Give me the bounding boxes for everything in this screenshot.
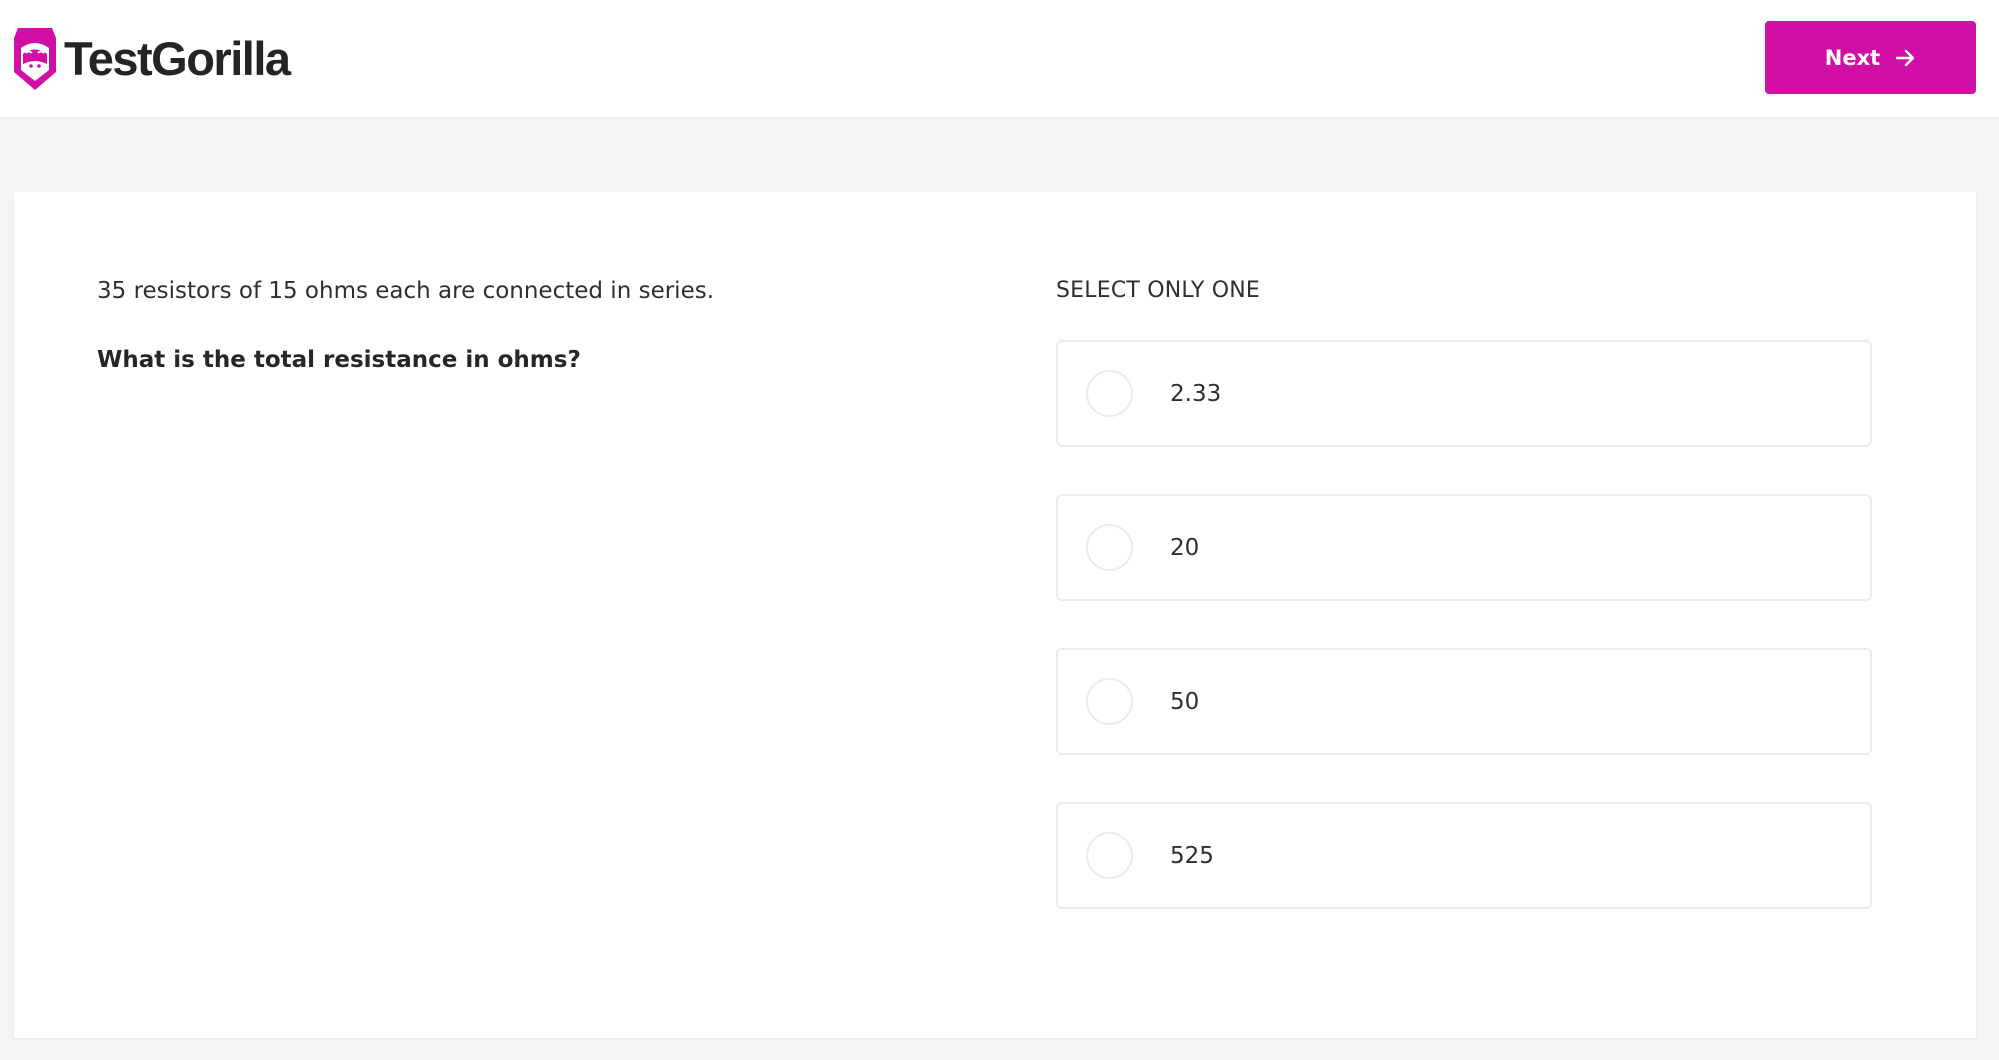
next-button-label: Next [1824,45,1881,70]
select-instruction: SELECT ONLY ONE [1056,278,1261,303]
answer-options: 2.33 20 50 525 [1056,340,1872,956]
brand-name: TestGorilla [64,31,291,85]
arrow-right-icon [1896,49,1915,66]
answer-option[interactable]: 50 [1056,648,1872,755]
answer-option-label: 2.33 [1170,380,1222,407]
radio-button[interactable] [1086,832,1133,879]
answer-option[interactable]: 525 [1056,802,1872,909]
answer-option[interactable]: 2.33 [1056,340,1872,447]
radio-button[interactable] [1086,678,1133,725]
question-prompt: What is the total resistance in ohms? [97,347,581,373]
answer-option[interactable]: 20 [1056,494,1872,601]
answer-option-label: 20 [1170,534,1200,561]
next-button[interactable]: Next [1765,21,1976,94]
gorilla-logo-icon [14,28,56,90]
radio-button[interactable] [1086,370,1133,417]
question-intro: 35 resistors of 15 ohms each are connect… [97,278,715,304]
radio-button[interactable] [1086,524,1133,571]
answer-option-label: 50 [1170,688,1200,715]
question-card: 35 resistors of 15 ohms each are connect… [14,192,1976,1038]
brand-logo: TestGorilla [12,24,291,92]
top-header: TestGorilla Next [0,0,1999,118]
answer-option-label: 525 [1170,842,1214,869]
